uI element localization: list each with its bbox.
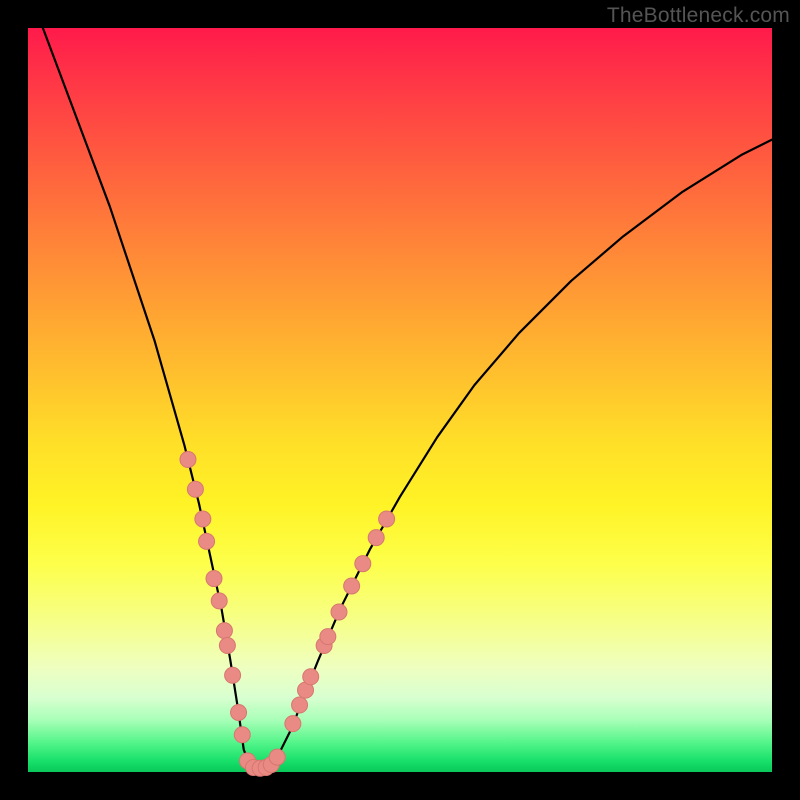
data-marker <box>187 481 203 497</box>
data-marker <box>355 556 371 572</box>
data-marker <box>234 727 250 743</box>
data-marker <box>180 452 196 468</box>
marker-group <box>180 452 395 777</box>
data-marker <box>368 530 384 546</box>
data-marker <box>195 511 211 527</box>
plot-area <box>28 28 772 772</box>
data-marker <box>199 533 215 549</box>
chart-frame: TheBottleneck.com <box>0 0 800 800</box>
data-marker <box>231 704 247 720</box>
data-marker <box>303 669 319 685</box>
data-marker <box>285 716 301 732</box>
data-marker <box>206 571 222 587</box>
data-marker <box>344 578 360 594</box>
data-marker <box>211 593 227 609</box>
data-marker <box>269 749 285 765</box>
data-marker <box>216 623 232 639</box>
bottleneck-curve <box>43 28 772 769</box>
bottleneck-curve-svg <box>28 28 772 772</box>
data-marker <box>331 604 347 620</box>
data-marker <box>292 697 308 713</box>
data-marker <box>379 511 395 527</box>
data-marker <box>225 667 241 683</box>
data-marker <box>219 638 235 654</box>
watermark-text: TheBottleneck.com <box>607 4 790 28</box>
data-marker <box>320 629 336 645</box>
